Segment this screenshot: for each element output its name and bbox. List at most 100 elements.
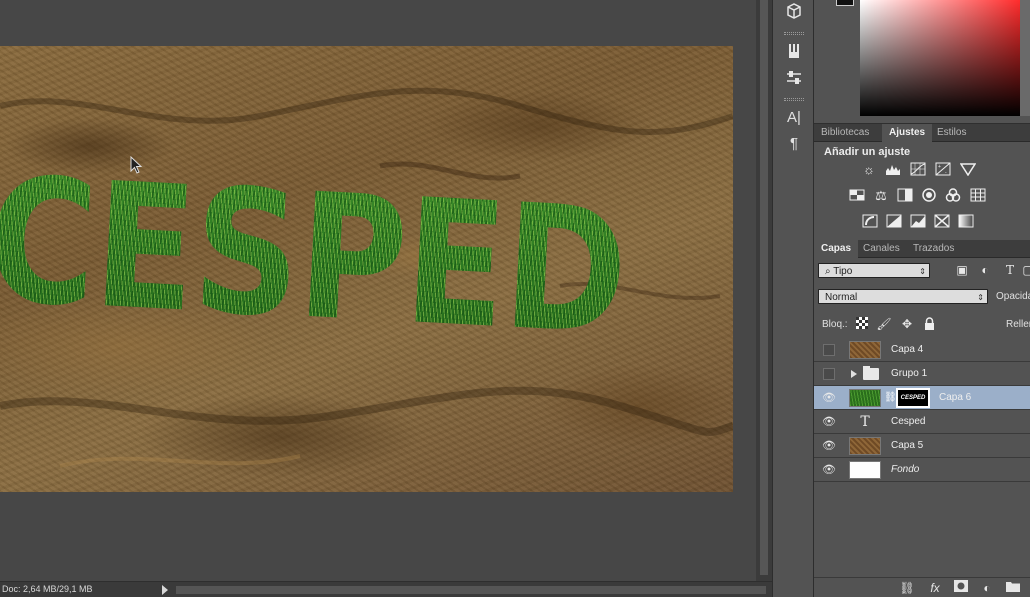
invert-icon[interactable] <box>861 214 879 230</box>
brightness-contrast-icon[interactable]: ☼ <box>860 162 878 178</box>
lock-position-icon[interactable]: ✥ <box>899 317 915 331</box>
eye-icon[interactable]: 👁 <box>822 391 836 405</box>
layers-tabbar: Capas Canales Trazados <box>814 240 1030 258</box>
tab-ajustes[interactable]: Ajustes <box>882 124 933 142</box>
filter-shape-icon[interactable]: ▢ <box>1020 263 1030 277</box>
filter-type-icon[interactable]: T <box>1002 263 1018 277</box>
photo-filter-icon[interactable] <box>920 188 938 204</box>
color-picker-field[interactable] <box>860 0 1030 116</box>
vibrance-icon[interactable] <box>959 162 977 178</box>
document-canvas[interactable]: CESPED <box>0 46 733 492</box>
filter-pixel-icon[interactable]: ▣ <box>954 263 970 277</box>
layer-row-cesped[interactable]: 👁 T Cesped <box>814 410 1030 434</box>
layers-panel: Capas Canales Trazados ⌕ Tipo ⇕ ▣ ◐ T ▢ … <box>814 240 1030 597</box>
visibility-toggle-off[interactable] <box>823 344 835 356</box>
levels-icon[interactable] <box>884 162 902 178</box>
filter-kind-value: Tipo <box>833 266 853 277</box>
layer-filter-kind-select[interactable]: ⌕ Tipo ⇕ <box>818 263 930 278</box>
right-panel-column: Bibliotecas Ajustes Estilos Añadir un aj… <box>814 0 1030 597</box>
opacity-label: Opacidad: <box>996 291 1030 302</box>
link-icon[interactable]: ⛓ <box>884 391 897 405</box>
adjustments-panel: Bibliotecas Ajustes Estilos Añadir un aj… <box>814 124 1030 240</box>
text-layer-icon: T <box>860 414 870 430</box>
color-lookup-icon[interactable] <box>969 188 987 204</box>
foreground-color-swatch[interactable] <box>836 0 854 6</box>
vertical-scroll-thumb[interactable] <box>760 0 768 575</box>
horizontal-scrollbar[interactable] <box>176 586 766 594</box>
layer-mask-thumbnail[interactable]: CESPED <box>896 388 930 408</box>
document-size-info: Doc: 2,64 MB/29,1 MB <box>2 584 93 594</box>
gradient-map-icon[interactable] <box>957 214 975 230</box>
filter-adjustment-icon[interactable]: ◐ <box>977 263 993 277</box>
status-bar: Doc: 2,64 MB/29,1 MB <box>0 581 772 597</box>
adjustments-sliders-icon[interactable] <box>782 70 806 90</box>
curves-icon[interactable] <box>909 162 927 178</box>
document-workspace[interactable]: CESPED <box>0 0 772 581</box>
black-white-icon[interactable] <box>896 188 914 204</box>
cesped-grass-text: CESPED <box>0 154 630 360</box>
status-menu-arrow-icon[interactable] <box>162 585 168 595</box>
tab-canales[interactable]: Canales <box>856 240 907 258</box>
fill-label: Relleno: <box>1006 319 1030 330</box>
expand-group-chevron-icon[interactable] <box>851 370 857 378</box>
layer-name: Fondo <box>891 464 920 475</box>
lock-transparent-pixels-icon[interactable] <box>854 317 870 332</box>
paragraph-icon[interactable]: ¶ <box>782 134 806 154</box>
layer-name: Cesped <box>891 416 926 427</box>
panel-grip[interactable] <box>784 32 804 35</box>
layer-row-capa-6[interactable]: 👁 ⛓ CESPED Capa 6 <box>814 386 1030 410</box>
new-group-folder-icon[interactable] <box>1004 580 1022 596</box>
color-panel <box>814 0 1030 124</box>
panel-grip[interactable] <box>784 98 804 101</box>
tab-bibliotecas[interactable]: Bibliotecas <box>814 124 876 142</box>
layer-thumbnail <box>849 461 881 479</box>
arrow-cursor-icon <box>130 156 143 174</box>
select-arrows-icon: ⇕ <box>919 267 926 276</box>
layer-name: Capa 5 <box>891 440 924 451</box>
tab-trazados[interactable]: Trazados <box>906 240 961 258</box>
layer-thumbnail <box>849 389 881 407</box>
add-mask-icon[interactable] <box>952 580 970 596</box>
selective-color-icon[interactable] <box>933 214 951 230</box>
vertical-scrollbar[interactable] <box>756 0 772 581</box>
channel-mixer-icon[interactable] <box>944 188 962 204</box>
tab-capas[interactable]: Capas <box>814 240 859 258</box>
eye-icon[interactable]: 👁 <box>822 463 836 477</box>
eye-icon[interactable]: 👁 <box>822 415 836 429</box>
exposure-icon[interactable]: + - <box>934 162 952 178</box>
layer-name: Grupo 1 <box>891 368 928 379</box>
layer-row-fondo[interactable]: 👁 Fondo <box>814 458 1030 482</box>
panel-dock-strip: A| ¶ <box>772 0 814 597</box>
layer-style-fx-icon[interactable]: fx <box>926 580 944 596</box>
hue-saturation-icon[interactable] <box>848 188 866 204</box>
layer-row-capa-4[interactable]: Capa 4 <box>814 338 1030 362</box>
link-layers-icon[interactable]: ⛓ <box>898 580 916 596</box>
brush-presets-icon[interactable] <box>782 42 806 62</box>
layers-footer-toolbar: ⛓ fx ◐ <box>814 577 1030 597</box>
visibility-toggle-off[interactable] <box>823 368 835 380</box>
svg-text:+: + <box>938 164 941 170</box>
search-icon: ⌕ <box>825 266 834 277</box>
layer-row-grupo-1[interactable]: Grupo 1 <box>814 362 1030 386</box>
lock-image-pixels-icon[interactable]: 🖌 <box>876 317 892 331</box>
color-balance-icon[interactable]: ⚖ <box>872 188 890 204</box>
eye-icon[interactable]: 👁 <box>822 439 836 453</box>
threshold-icon[interactable] <box>909 214 927 230</box>
tab-estilos[interactable]: Estilos <box>930 124 973 142</box>
folder-icon <box>863 366 879 380</box>
blend-mode-select[interactable]: Normal ⇕ <box>818 289 988 304</box>
layer-row-capa-5[interactable]: 👁 Capa 5 <box>814 434 1030 458</box>
posterize-icon[interactable] <box>885 214 903 230</box>
3d-icon[interactable] <box>782 2 806 22</box>
layer-name: Capa 6 <box>939 392 972 403</box>
adjustments-tabbar: Bibliotecas Ajustes Estilos <box>814 124 1030 142</box>
lock-label: Bloq.: <box>822 319 848 330</box>
character-icon[interactable]: A| <box>782 108 806 128</box>
lock-all-icon[interactable] <box>921 317 937 333</box>
color-panel-scroll[interactable] <box>1020 0 1030 116</box>
adjustments-heading: Añadir un ajuste <box>824 146 911 158</box>
blend-mode-value: Normal <box>825 292 858 303</box>
layer-thumbnail <box>849 341 881 359</box>
new-adjustment-layer-icon[interactable]: ◐ <box>978 580 996 596</box>
layer-name: Capa 4 <box>891 344 924 355</box>
